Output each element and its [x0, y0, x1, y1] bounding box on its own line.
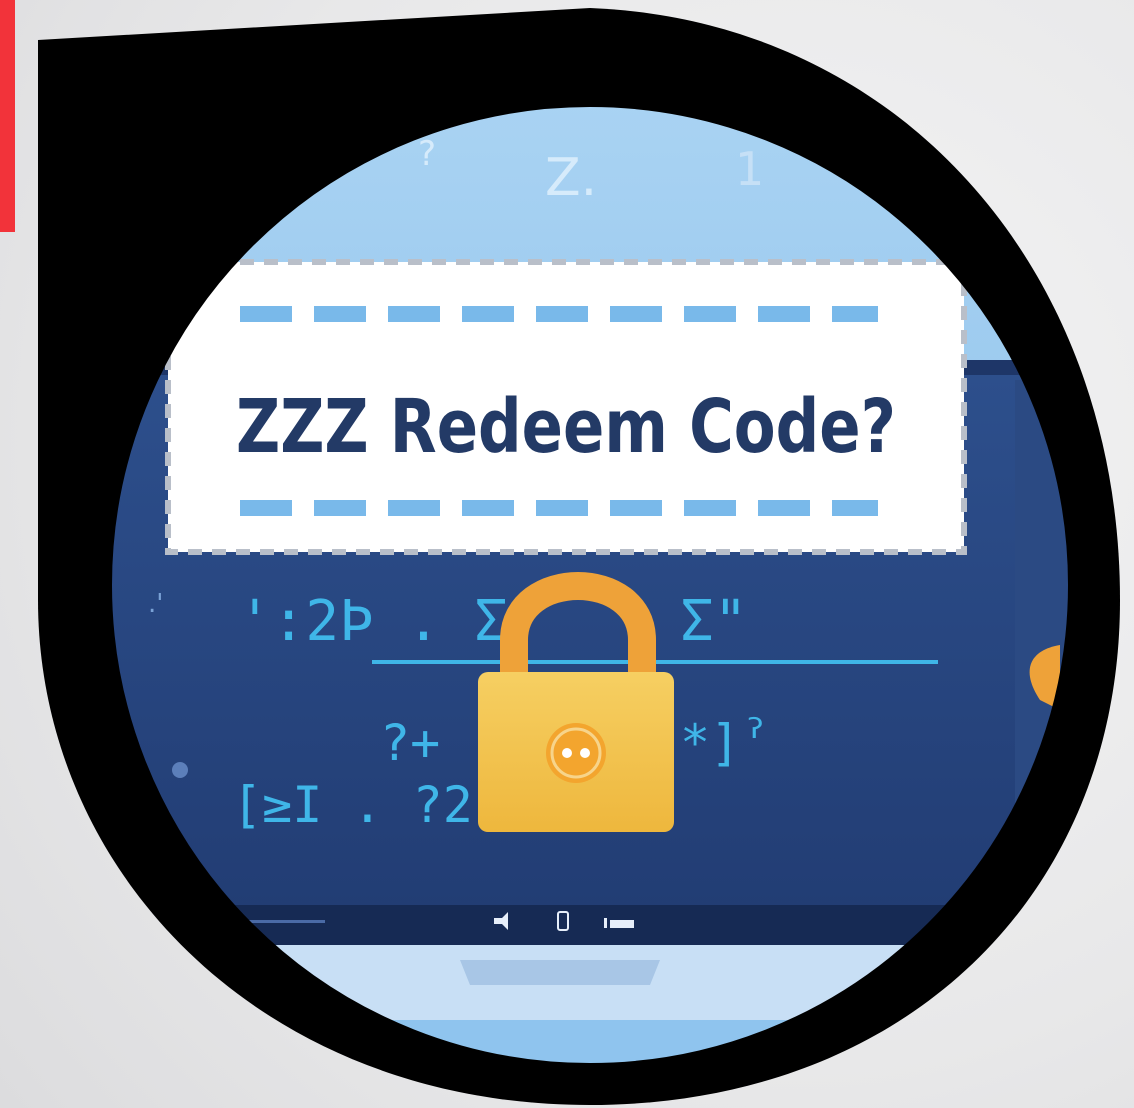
floating-one: 1 [735, 142, 764, 196]
page: ? Z. 1 ':2Þ . Σ" Σ" ?+ *]ˀ [≥Ι . ?2 .' Z… [0, 0, 1134, 1108]
code-line-2b: *]ˀ [680, 714, 770, 772]
code-line-2a: ?+ [380, 714, 440, 772]
svg-text:.': .' [148, 589, 163, 619]
floating-z: Z. [545, 148, 597, 208]
banner-title: ZZZ Redeem Code? [236, 384, 896, 470]
redeem-code-illustration: ? Z. 1 ':2Þ . Σ" Σ" ?+ *]ˀ [≥Ι . ?2 .' Z… [38, 8, 1120, 1105]
floating-question: ? [418, 134, 436, 174]
code-line-1: ':2Þ . Σ" [238, 589, 541, 654]
title-banner: ZZZ Redeem Code? [165, 259, 967, 555]
code-line-1b: Σ" [680, 589, 747, 654]
code-line-3: [≥Ι . ?2 [232, 776, 473, 834]
keyhole-icon [546, 723, 606, 783]
